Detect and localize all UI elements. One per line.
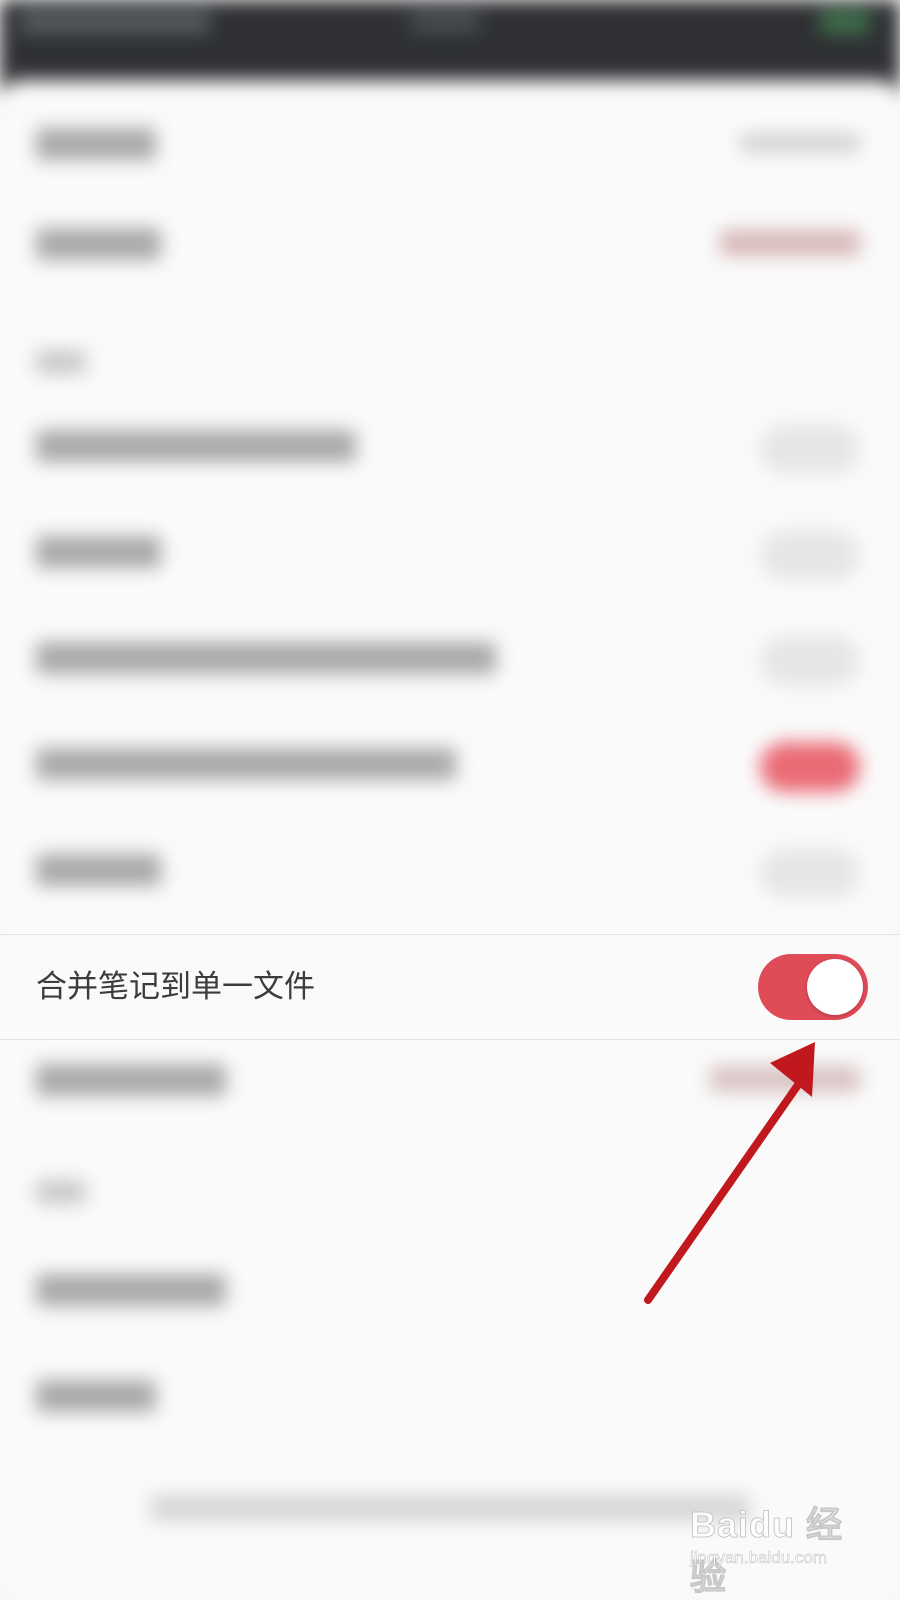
blurred-row[interactable] [0, 1342, 900, 1448]
blurred-row[interactable] [0, 498, 900, 604]
toggle-knob [807, 959, 863, 1015]
blurred-row-title [36, 748, 456, 780]
blurred-row[interactable] [0, 816, 900, 922]
merge-notes-setting-row[interactable]: 合并笔记到单一文件 [0, 934, 900, 1040]
blurred-row-value [740, 134, 860, 152]
blurred-row-title [36, 536, 161, 568]
blurred-row[interactable] [0, 1236, 900, 1342]
blurred-toggle[interactable] [760, 530, 860, 580]
blurred-row[interactable] [0, 1026, 900, 1132]
blurred-row-title [36, 854, 161, 886]
blurred-row-title [36, 430, 356, 462]
blurred-background [0, 0, 900, 1600]
blurred-toggle[interactable] [760, 424, 860, 474]
status-time-blur [20, 10, 210, 34]
merge-notes-toggle[interactable] [758, 954, 868, 1020]
blurred-row[interactable] [0, 604, 900, 710]
blurred-row[interactable] [0, 392, 900, 498]
setting-label: 合并笔记到单一文件 [36, 969, 315, 1005]
watermark-url: jingyan.baidu.com [690, 1548, 828, 1568]
battery-icon [820, 10, 870, 34]
blurred-row-title [36, 642, 496, 674]
blurred-row[interactable] [0, 710, 900, 816]
blurred-row-value [710, 1066, 860, 1092]
blurred-row-title [36, 128, 156, 160]
status-center-blur [410, 12, 480, 32]
blurred-section-header [36, 1180, 86, 1204]
blurred-toggle[interactable] [760, 848, 860, 898]
settings-sheet [0, 80, 900, 1600]
blurred-toggle[interactable] [760, 636, 860, 686]
blurred-footer-text [150, 1495, 750, 1521]
blurred-row-value [720, 230, 860, 256]
baidu-watermark: Baidu 经验 jingyan.baidu.com [690, 1488, 860, 1598]
blurred-row-title [36, 1064, 226, 1096]
blurred-row-title [36, 1380, 156, 1412]
blurred-row-title [36, 1274, 226, 1306]
blurred-section-header [36, 350, 86, 374]
blurred-row-title [36, 228, 161, 260]
blurred-row [0, 90, 900, 196]
blurred-row[interactable] [0, 190, 900, 296]
blurred-toggle[interactable] [760, 742, 860, 792]
